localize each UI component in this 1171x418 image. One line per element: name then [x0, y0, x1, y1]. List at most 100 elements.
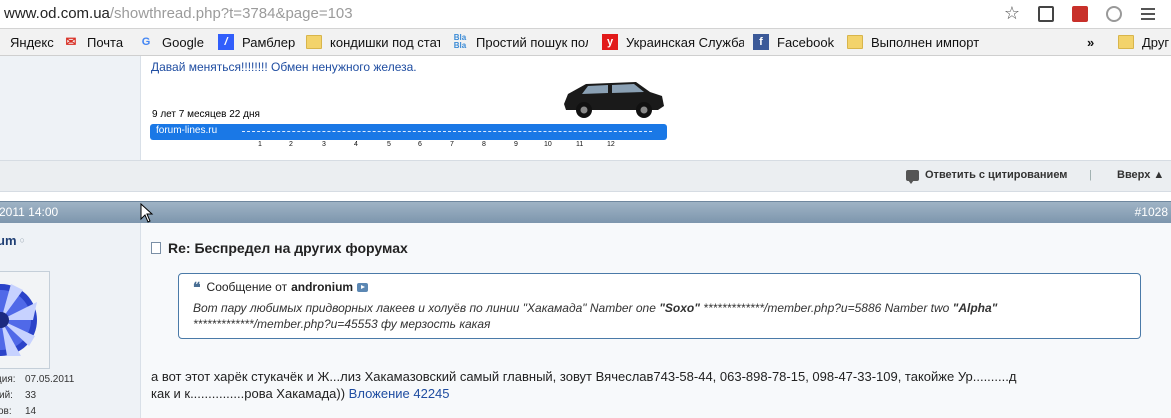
forum-page: Давай меняться!!!!!!!! Обмен ненужного ж…	[0, 56, 1171, 418]
url-text[interactable]: www.od.com.ua/showthread.php?t=3784&page…	[4, 5, 353, 22]
scale-tick: 4	[354, 141, 358, 148]
bookmark-google[interactable]: G Google	[138, 33, 204, 51]
quote-prefix: Сообщение от	[206, 280, 288, 294]
bookmark-label: кондишки под стать	[330, 34, 440, 50]
bookmark-label: Почта	[87, 34, 124, 50]
quote-bubble-icon	[906, 169, 919, 184]
compass-extension-icon[interactable]	[1103, 3, 1125, 25]
url-path: /showthread.php?t=3784&page=103	[109, 5, 353, 22]
scale-tick: 5	[387, 141, 391, 148]
bookmark-ukr-sluzhba[interactable]: y Украинская Служба	[602, 33, 744, 51]
back-to-top-button[interactable]: Вверх ▲	[1117, 169, 1164, 181]
folder-icon	[847, 34, 863, 50]
scale-tick: 1	[258, 141, 262, 148]
url-host: www.od.com.ua	[4, 5, 110, 22]
y-icon: y	[602, 34, 618, 50]
user-stat-value: 14	[25, 406, 37, 417]
bookmark-label: Выполнен импорт	[871, 34, 980, 50]
post-date: 2011 14:00	[0, 205, 59, 219]
mouse-cursor-icon	[140, 203, 154, 223]
previous-post-action-bar: Ответить с цитированием | Вверх ▲	[0, 160, 1171, 192]
fan-avatar-image	[0, 272, 49, 368]
scale-tick: 7	[450, 141, 454, 148]
post-message-line: как и к...............рова Хакамада)) Вл…	[151, 385, 1167, 402]
user-stat-value: 07.05.2011	[25, 374, 75, 385]
bookmarks-overflow-button[interactable]: »	[1087, 33, 1094, 51]
username-text: um	[0, 233, 17, 248]
scale-tick: 2	[289, 141, 293, 148]
scale-tick: 10	[544, 141, 552, 148]
post-username[interactable]: um ○	[0, 233, 25, 248]
bookmark-label: Facebook	[777, 34, 835, 50]
quote-author[interactable]: andronium	[291, 280, 353, 294]
post-title: Re: Беспредел на других форумах	[151, 240, 408, 256]
car-image	[558, 74, 666, 122]
post-header: 2011 14:00 #1028	[0, 201, 1171, 223]
menu-icon[interactable]	[1137, 3, 1159, 25]
bookmarks-bar: Яндекс ✉ Почта G Google / Рамблер кондишки …	[0, 29, 1171, 56]
post-title-text: Re: Беспредел на других форумах	[168, 240, 408, 256]
rambler-icon: /	[218, 34, 234, 50]
action-separator: |	[1089, 169, 1092, 181]
signature-banner[interactable]: 9 лет 7 месяцев 22 дня forum-lines.ru 1 …	[150, 74, 667, 148]
folder-icon	[1118, 34, 1134, 50]
online-status-icon: ○	[19, 235, 25, 245]
quote-text-part: Вот пару любимых придворных лакеев и хол…	[193, 301, 660, 315]
folder-icon	[306, 34, 322, 50]
scale-tick: 12	[607, 141, 615, 148]
banner-dashes	[242, 131, 652, 132]
scale-tick: 9	[514, 141, 518, 148]
bookmark-label: Рамблер	[242, 34, 296, 50]
document-icon	[151, 242, 161, 254]
bookmark-folder-import[interactable]: Выполнен импорт	[847, 33, 979, 51]
post-number-link[interactable]: #1028	[1135, 205, 1168, 219]
attachment-link[interactable]: Вложение 42245	[349, 386, 450, 401]
quote-block: ❝ Сообщение от andronium Вот пару любимы…	[178, 273, 1141, 339]
blabla-icon: Bla Bla	[453, 33, 467, 50]
bookmark-pochta[interactable]: ✉ Почта	[63, 33, 124, 51]
quote-header: ❝ Сообщение от andronium	[193, 279, 369, 295]
quote-highlight: "Soxo"	[659, 301, 700, 315]
bookmark-label: Друг	[1142, 34, 1170, 50]
user-stat-label: ий:	[0, 390, 13, 401]
page-source-extension-icon[interactable]	[1035, 3, 1057, 25]
post-user-column: um○ ция: 07.05.2011 ий: 33 ов: 14	[0, 223, 141, 418]
facebook-icon: f	[753, 34, 769, 50]
banner-progress-bar: forum-lines.ru	[150, 124, 667, 140]
bookmark-prostiy-poshuk[interactable]: Bla Bla Простий пошук пол	[452, 33, 588, 51]
bookmark-yandex[interactable]: Яндекс	[10, 33, 54, 51]
quote-marks-icon: ❝	[193, 279, 201, 295]
user-stat-label: ов:	[0, 406, 12, 417]
scale-tick: 8	[482, 141, 486, 148]
avatar	[0, 271, 50, 369]
quote-highlight: "Alpha"	[952, 301, 998, 315]
reply-with-quote-button[interactable]: Ответить с цитированием	[906, 169, 1068, 184]
address-bar[interactable]: www.od.com.ua/showthread.php?t=3784&page…	[0, 0, 1171, 29]
banner-label: forum-lines.ru	[156, 125, 218, 136]
reply-with-quote-label: Ответить с цитированием	[925, 169, 1068, 181]
bookmark-rambler[interactable]: / Рамблер	[218, 33, 295, 51]
bookmark-folder-konditsioner[interactable]: кондишки под стать	[306, 33, 440, 51]
previous-post-user-column	[0, 56, 141, 160]
banner-age-text: 9 лет 7 месяцев 22 дня	[152, 109, 260, 120]
scale-tick: 11	[576, 141, 584, 148]
bookmark-star-icon[interactable]: ☆	[1001, 3, 1023, 25]
post-message: а вот этот харёк стукачёк и Ж...лиз Хака…	[151, 368, 1167, 402]
pdf-extension-icon[interactable]	[1069, 3, 1091, 25]
view-post-icon[interactable]	[357, 282, 369, 292]
scale-tick: 3	[322, 141, 326, 148]
user-stat-value: 33	[25, 390, 37, 401]
bookmark-folder-other[interactable]: Друг	[1118, 33, 1169, 51]
scale-tick: 6	[418, 141, 422, 148]
bookmark-label: Яндекс	[10, 34, 54, 50]
quote-text-part: *************/member.php?u=45553 фу мерз…	[193, 317, 491, 331]
bookmark-label: Простий пошук пол	[476, 34, 588, 50]
google-icon: G	[141, 36, 151, 48]
post-message-text: как и к...............рова Хакамада))	[151, 386, 349, 401]
bookmark-facebook[interactable]: f Facebook	[753, 33, 834, 51]
quote-text: Вот пару любимых придворных лакеев и хол…	[193, 300, 1123, 332]
overflow-icon: »	[1087, 34, 1095, 50]
banner-scale: 1 2 3 4 5 6 7 8 9 10 11 12	[150, 141, 667, 151]
quote-text-part: *************/member.php?u=5886 Namber t…	[699, 301, 953, 315]
signature-link[interactable]: Давай меняться!!!!!!!! Обмен ненужного ж…	[151, 60, 417, 74]
